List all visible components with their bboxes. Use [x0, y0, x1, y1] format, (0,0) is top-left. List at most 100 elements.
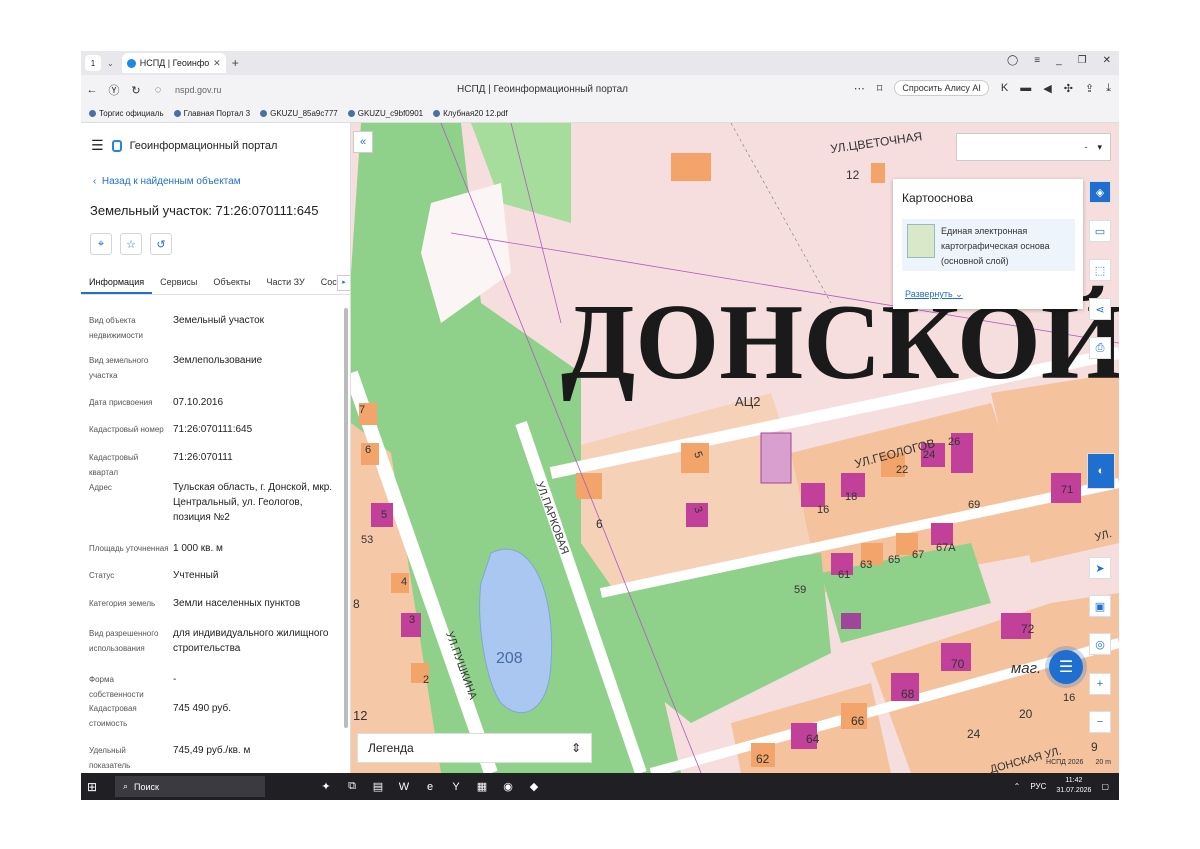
legend-toggle[interactable]: Легенда ⇕: [357, 733, 592, 763]
layers-button[interactable]: ◈: [1089, 181, 1111, 203]
tab-count-button[interactable]: 1: [85, 55, 101, 71]
sparkle-icon[interactable]: ✦: [313, 780, 339, 793]
select-area-button[interactable]: ⬚: [1089, 259, 1111, 281]
tray-up-icon[interactable]: ⌃: [1014, 782, 1021, 791]
house-number: 24: [967, 727, 981, 741]
share-map-button[interactable]: ⋖: [1089, 298, 1111, 320]
map-layer-select[interactable]: - ▾: [956, 133, 1111, 161]
house-number: 9: [1091, 740, 1098, 754]
chevron-down-icon[interactable]: ⌄: [107, 59, 114, 68]
windows-start-icon[interactable]: ⊞: [87, 780, 109, 794]
clock-date: 31.07.2026: [1056, 787, 1092, 794]
house-number: 63: [860, 559, 872, 571]
notification-icon[interactable]: ▢: [1101, 782, 1109, 791]
hamburger-menu-icon[interactable]: ☰: [91, 137, 104, 154]
bookmark-item[interactable]: GKUZU_85a9c777: [260, 109, 338, 118]
tabs-scroll-right-icon[interactable]: ▸: [337, 275, 350, 291]
browser-tab-bar: 1 ⌄ НСПД | Геоинформацио ✕ + ◯ ≡ _ ❐ ✕: [81, 51, 1119, 75]
bookmark-icon[interactable]: ⌑: [877, 82, 883, 95]
history-button[interactable]: ↺: [150, 233, 172, 255]
taskbar-search[interactable]: ⌕ Поиск: [115, 776, 265, 797]
print-button[interactable]: ⎙: [1089, 337, 1111, 359]
map-pond-label: 208: [496, 650, 523, 667]
restore-icon[interactable]: ❐: [1078, 55, 1087, 66]
parcel-title: Земельный участок: 71:26:070111:645: [90, 203, 319, 218]
lock-icon: ◌: [154, 84, 162, 96]
close-window-icon[interactable]: ✕: [1103, 55, 1111, 66]
minimize-icon[interactable]: _: [1056, 55, 1062, 66]
zoom-out-button[interactable]: −: [1089, 711, 1111, 733]
print-icon: ⎙: [1095, 341, 1105, 354]
panel-scrollbar[interactable]: [344, 308, 348, 728]
profile-icon[interactable]: ◯: [1007, 55, 1018, 66]
ask-alice-button[interactable]: Спросить Алису AI: [894, 80, 989, 96]
expand-vertical-icon: ⇕: [570, 741, 581, 755]
geolocate-button[interactable]: ◎: [1089, 633, 1111, 655]
locate-on-map-button[interactable]: ⌖: [90, 233, 112, 255]
basemap-popup: Картооснова Единая электронная картограф…: [893, 179, 1083, 309]
close-tab-icon[interactable]: ✕: [213, 58, 221, 69]
windows-taskbar: ⊞ ⌕ Поиск ✦ ⧉ ▤ W e Y ▦ ◉ ◆ ⌃ РУС 11:42 …: [81, 773, 1119, 800]
url-field[interactable]: nspd.gov.ru: [175, 85, 415, 95]
more-icon[interactable]: ⋯: [854, 82, 865, 95]
bookmark-item[interactable]: Главная Портал 3: [173, 109, 250, 118]
bookmark-item[interactable]: Клубная20 12.pdf: [433, 109, 508, 118]
tab-parts[interactable]: Части ЗУ: [259, 273, 313, 294]
yandex-browser-icon[interactable]: Y: [443, 781, 469, 793]
house-number: 6: [596, 517, 603, 531]
yandex-icon[interactable]: Ⓨ: [103, 82, 125, 98]
basemap-option[interactable]: Единая электронная картографическая осно…: [902, 219, 1075, 271]
edge-icon[interactable]: ◉: [495, 780, 521, 793]
ie-icon[interactable]: e: [417, 781, 443, 793]
language-indicator[interactable]: РУС: [1030, 782, 1046, 791]
clock[interactable]: 11:42 31.07.2026: [1056, 776, 1091, 796]
house-number: 18: [845, 491, 857, 503]
site-favicon-icon: [126, 58, 136, 68]
calculator-icon[interactable]: ▦: [469, 780, 495, 793]
puzzle-icon[interactable]: ✣: [1064, 82, 1073, 95]
browser-tab-active[interactable]: НСПД | Геоинформацио ✕: [121, 53, 226, 73]
new-tab-icon[interactable]: +: [232, 56, 239, 70]
task-view-icon[interactable]: ⧉: [339, 780, 365, 793]
address-right-tools: ⋯ ⌑ Спросить Алису AI K ▬ ◀ ✣ ⇪ ⤓: [854, 80, 1111, 96]
page-title-address: НСПД | Геоинформационный портал: [457, 84, 628, 95]
measure-button[interactable]: ▭: [1089, 220, 1111, 242]
address-bar: ← Ⓨ ↻ ◌ nspd.gov.ru НСПД | Геоинформацио…: [81, 75, 1119, 105]
expand-basemaps-link[interactable]: Развернуть ⌄: [905, 289, 963, 300]
collapse-panel-button[interactable]: «: [353, 131, 373, 153]
bookmark-item[interactable]: GKUZU_c9bf0901: [347, 109, 423, 118]
back-to-results-link[interactable]: ‹ Назад к найденным объектам: [93, 176, 241, 187]
tab-information[interactable]: Информация: [81, 273, 153, 294]
word-icon[interactable]: W: [391, 781, 417, 793]
my-location-button[interactable]: ➤: [1089, 557, 1111, 579]
bookmark-item[interactable]: Торгис официаль: [89, 109, 164, 118]
tab-objects[interactable]: Объекты: [205, 273, 258, 294]
extension-hat-icon[interactable]: ▬: [1020, 82, 1031, 94]
tab-services[interactable]: Сервисы: [152, 273, 205, 294]
house-number: 68: [901, 687, 915, 701]
back-arrow-icon[interactable]: ←: [81, 84, 103, 96]
house-number: 67: [912, 549, 924, 561]
info-panel: ☰ Геоинформационный портал ‹ Назад к най…: [81, 123, 351, 773]
house-number: 12: [353, 708, 367, 723]
house-number: 12: [846, 168, 860, 182]
highlighted-parcel[interactable]: [760, 432, 792, 484]
extension-arrow-icon[interactable]: ◀: [1043, 82, 1051, 95]
download-icon[interactable]: ⤓: [1106, 82, 1111, 95]
house-number: 69: [968, 499, 980, 511]
object-list-fab[interactable]: ☰: [1049, 650, 1083, 684]
menu-icon[interactable]: ≡: [1034, 55, 1040, 66]
house-number: 62: [756, 752, 770, 766]
reload-icon[interactable]: ↻: [125, 84, 147, 97]
zoom-in-button[interactable]: +: [1089, 673, 1111, 695]
map-view[interactable]: ДОНСКОЙ АЦ2 УЛ.ЦВЕТОЧНАЯ УЛ.ГЕОЛОГОВ УЛ.…: [351, 123, 1119, 773]
basemap-option-label: Единая электронная картографическая осно…: [941, 226, 1050, 266]
favorite-button[interactable]: ☆: [120, 233, 142, 255]
star-icon: ☆: [126, 238, 136, 251]
app-icon[interactable]: ◆: [521, 780, 547, 793]
assistant-button[interactable]: ◐: [1087, 453, 1115, 489]
share-icon[interactable]: ⇪: [1085, 82, 1094, 95]
extension-k-icon[interactable]: K: [1001, 82, 1008, 94]
minimap-button[interactable]: ▣: [1089, 595, 1111, 617]
file-explorer-icon[interactable]: ▤: [365, 780, 391, 793]
